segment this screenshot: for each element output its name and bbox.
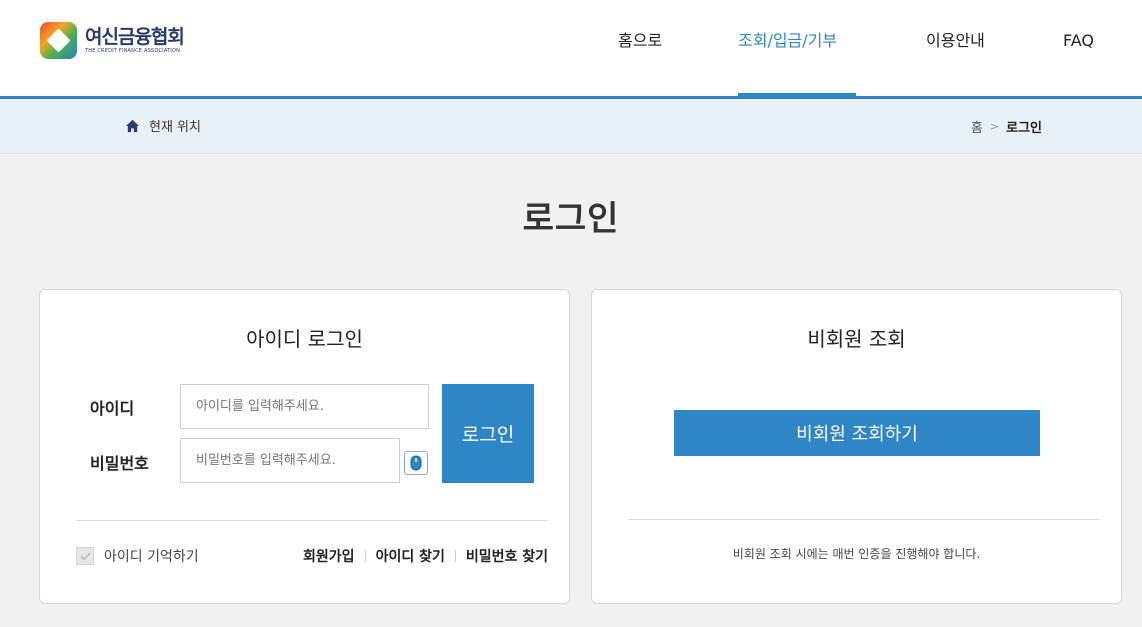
login-button[interactable]: 로그인 xyxy=(442,384,534,483)
nav-faq[interactable]: FAQ xyxy=(1063,0,1094,96)
nav-guide[interactable]: 이용안내 xyxy=(926,0,985,96)
find-password-link[interactable]: 비밀번호 찾기 xyxy=(466,546,548,566)
id-login-title: 아이디 로그인 xyxy=(246,327,363,351)
site-logo[interactable]: 여신금융협회 THE CREDIT FINANCE ASSOCIATION xyxy=(40,22,185,59)
find-id-link[interactable]: 아이디 찾기 xyxy=(376,546,445,566)
site-header: 여신금융협회 THE CREDIT FINANCE ASSOCIATION 홈으… xyxy=(0,0,1142,96)
remember-id-label: 아이디 기억하기 xyxy=(104,549,199,565)
nav-inquiry-deposit-donation[interactable]: 조회/입금/기부 xyxy=(738,0,856,96)
logo-subtitle: THE CREDIT FINANCE ASSOCIATION xyxy=(85,48,181,54)
logo-icon xyxy=(40,22,77,59)
guest-divider xyxy=(628,519,1100,520)
page-title: 로그인 xyxy=(522,199,620,239)
id-label: 아이디 xyxy=(90,399,135,418)
breadcrumb-bar: 현재 위치 홈 > 로그인 xyxy=(0,99,1142,154)
breadcrumb-home[interactable]: 홈 xyxy=(971,117,983,136)
remember-id-checkbox[interactable] xyxy=(76,547,94,565)
nav-home[interactable]: 홈으로 xyxy=(618,0,662,96)
password-input[interactable] xyxy=(180,438,400,483)
guest-inquiry-panel: 비회원 조회 비회원 조회하기 비회원 조회 시에는 매번 인증을 진행해야 합… xyxy=(591,289,1122,604)
login-divider xyxy=(76,520,548,521)
logo-title: 여신금융협회 xyxy=(85,26,185,48)
home-icon xyxy=(125,119,140,132)
id-input[interactable] xyxy=(180,384,429,429)
guest-inquiry-note: 비회원 조회 시에는 매번 인증을 진행해야 합니다. xyxy=(732,547,981,561)
guest-inquiry-title: 비회원 조회 xyxy=(807,327,906,351)
breadcrumb-current: 로그인 xyxy=(1006,121,1042,136)
mouse-icon xyxy=(410,455,422,471)
signup-link[interactable]: 회원가입 xyxy=(303,546,355,566)
current-location: 현재 위치 xyxy=(125,116,201,135)
virtual-keyboard-button[interactable] xyxy=(404,451,428,475)
id-login-panel: 아이디 로그인 아이디 비밀번호 로그인 아이디 기억하기 회원가입 아이디 찾… xyxy=(39,289,570,604)
password-label: 비밀번호 xyxy=(90,454,149,473)
remember-id[interactable]: 아이디 기억하기 xyxy=(76,546,199,566)
check-icon xyxy=(79,551,91,561)
account-links: 회원가입 아이디 찾기 비밀번호 찾기 xyxy=(303,546,548,566)
breadcrumb: 홈 > 로그인 xyxy=(971,117,1042,136)
link-separator xyxy=(364,550,366,562)
guest-inquiry-button[interactable]: 비회원 조회하기 xyxy=(674,410,1040,456)
chevron-right-icon: > xyxy=(989,120,1000,133)
link-separator xyxy=(454,550,456,562)
current-location-label: 현재 위치 xyxy=(149,120,201,135)
